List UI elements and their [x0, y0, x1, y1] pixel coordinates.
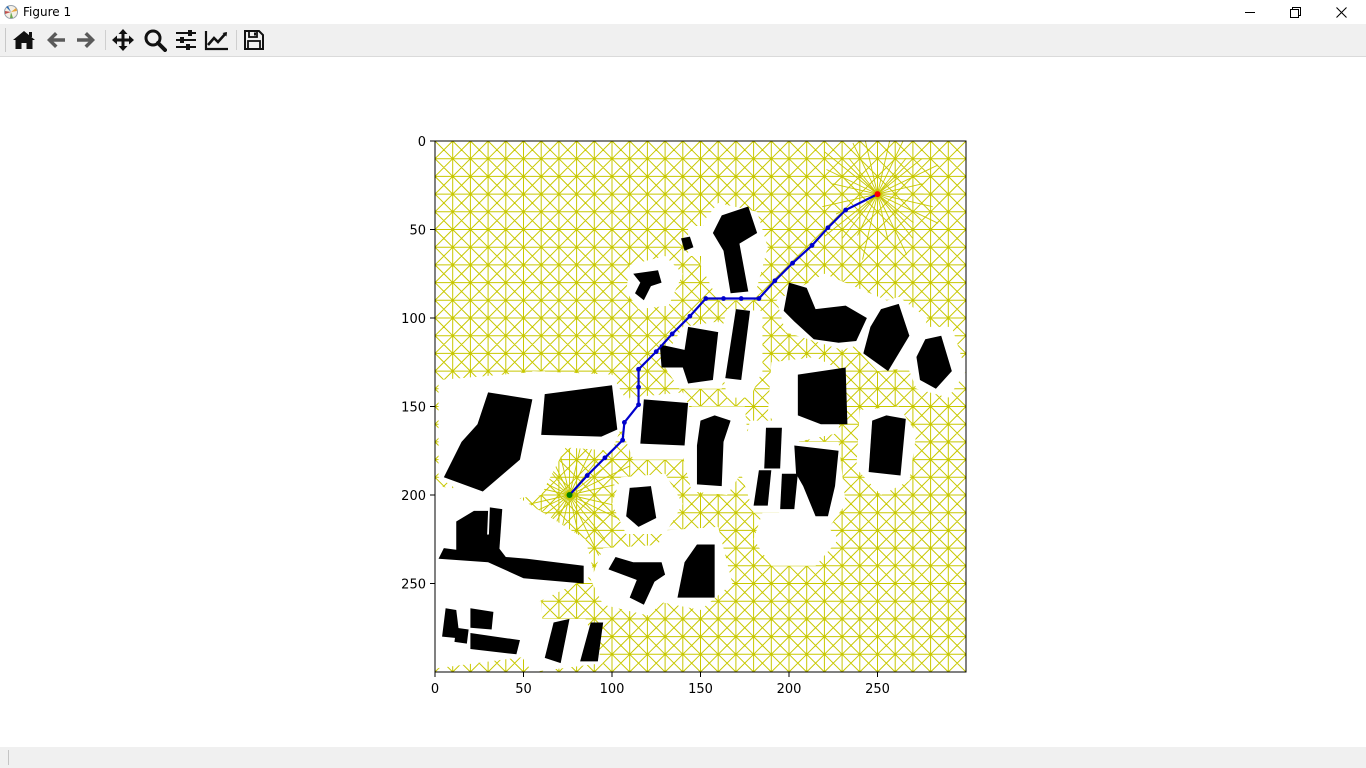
arrow-right-icon [77, 32, 95, 48]
y-tick-label: 100 [401, 312, 426, 327]
building [764, 427, 782, 469]
path-node [703, 296, 709, 301]
obstacle-clearance [688, 225, 715, 257]
forward-button[interactable] [72, 27, 100, 53]
x-tick-label: 100 [600, 682, 625, 697]
restore-button[interactable] [1272, 0, 1318, 24]
path-node [790, 260, 795, 266]
path-node [756, 296, 762, 301]
path-node [620, 437, 626, 443]
path-node [843, 207, 849, 213]
minimize-button[interactable] [1227, 0, 1273, 24]
sliders-icon [176, 30, 196, 50]
toolbar-separator [236, 30, 237, 50]
path-node [669, 331, 675, 337]
move-arrows-icon [112, 29, 134, 51]
figure-canvas[interactable]: 0 50 100 150 200 250 0 50 100 150 200 250 [0, 57, 1366, 747]
toolbar-separator [105, 30, 106, 50]
edit-axes-button[interactable] [203, 27, 231, 53]
y-tick-label: 200 [401, 489, 426, 504]
subplots-button[interactable] [172, 27, 200, 53]
pan-button[interactable] [109, 27, 137, 53]
path-node [636, 366, 641, 372]
matplotlib-logo-icon [3, 4, 19, 20]
navigation-toolbar [0, 24, 1366, 57]
arrow-left-icon [47, 32, 65, 48]
status-bar [0, 747, 1366, 768]
y-axis: 0 50 100 150 200 250 [401, 135, 435, 593]
building [797, 367, 848, 425]
path-node [621, 420, 627, 425]
title-bar: Figure 1 [0, 0, 1366, 24]
floppy-disk-icon [244, 30, 264, 50]
window-title: Figure 1 [23, 5, 72, 19]
x-tick-label: 150 [688, 682, 713, 697]
save-button[interactable] [240, 27, 268, 53]
path-node [636, 402, 641, 408]
status-grip [8, 750, 9, 765]
toolbar-grip [5, 28, 8, 52]
y-tick-label: 50 [409, 224, 426, 239]
magnifier-icon [144, 29, 167, 52]
y-tick-label: 150 [401, 401, 426, 416]
close-button[interactable] [1318, 0, 1364, 24]
start-point [566, 492, 573, 498]
path-node [738, 296, 744, 301]
y-tick-label: 0 [418, 135, 426, 150]
line-chart-icon [204, 31, 228, 51]
building [640, 399, 689, 446]
path-node [687, 313, 693, 319]
path-node [825, 225, 831, 231]
path-node [809, 243, 815, 248]
building [470, 608, 494, 630]
roadmap-plot[interactable]: 0 50 100 150 200 250 0 50 100 150 200 250 [0, 57, 1366, 747]
back-button[interactable] [42, 27, 70, 53]
path-node [602, 455, 608, 461]
x-tick-label: 0 [431, 682, 439, 697]
zoom-button[interactable] [141, 27, 169, 53]
building [868, 415, 906, 476]
x-tick-label: 50 [515, 682, 532, 697]
restore-icon [1289, 6, 1301, 18]
x-axis: 0 50 100 150 200 250 [431, 672, 890, 697]
x-tick-label: 200 [777, 682, 802, 697]
path-node [721, 296, 726, 301]
path-node [584, 473, 590, 478]
close-icon [1335, 6, 1347, 18]
minimize-icon [1245, 12, 1255, 13]
path-node [653, 349, 659, 355]
home-icon [13, 31, 35, 49]
home-button[interactable] [10, 27, 38, 53]
y-tick-label: 250 [401, 578, 426, 593]
goal-point [874, 191, 881, 198]
path-node [772, 278, 778, 284]
path-node [636, 384, 641, 390]
building [454, 627, 469, 644]
x-tick-label: 250 [865, 682, 890, 697]
